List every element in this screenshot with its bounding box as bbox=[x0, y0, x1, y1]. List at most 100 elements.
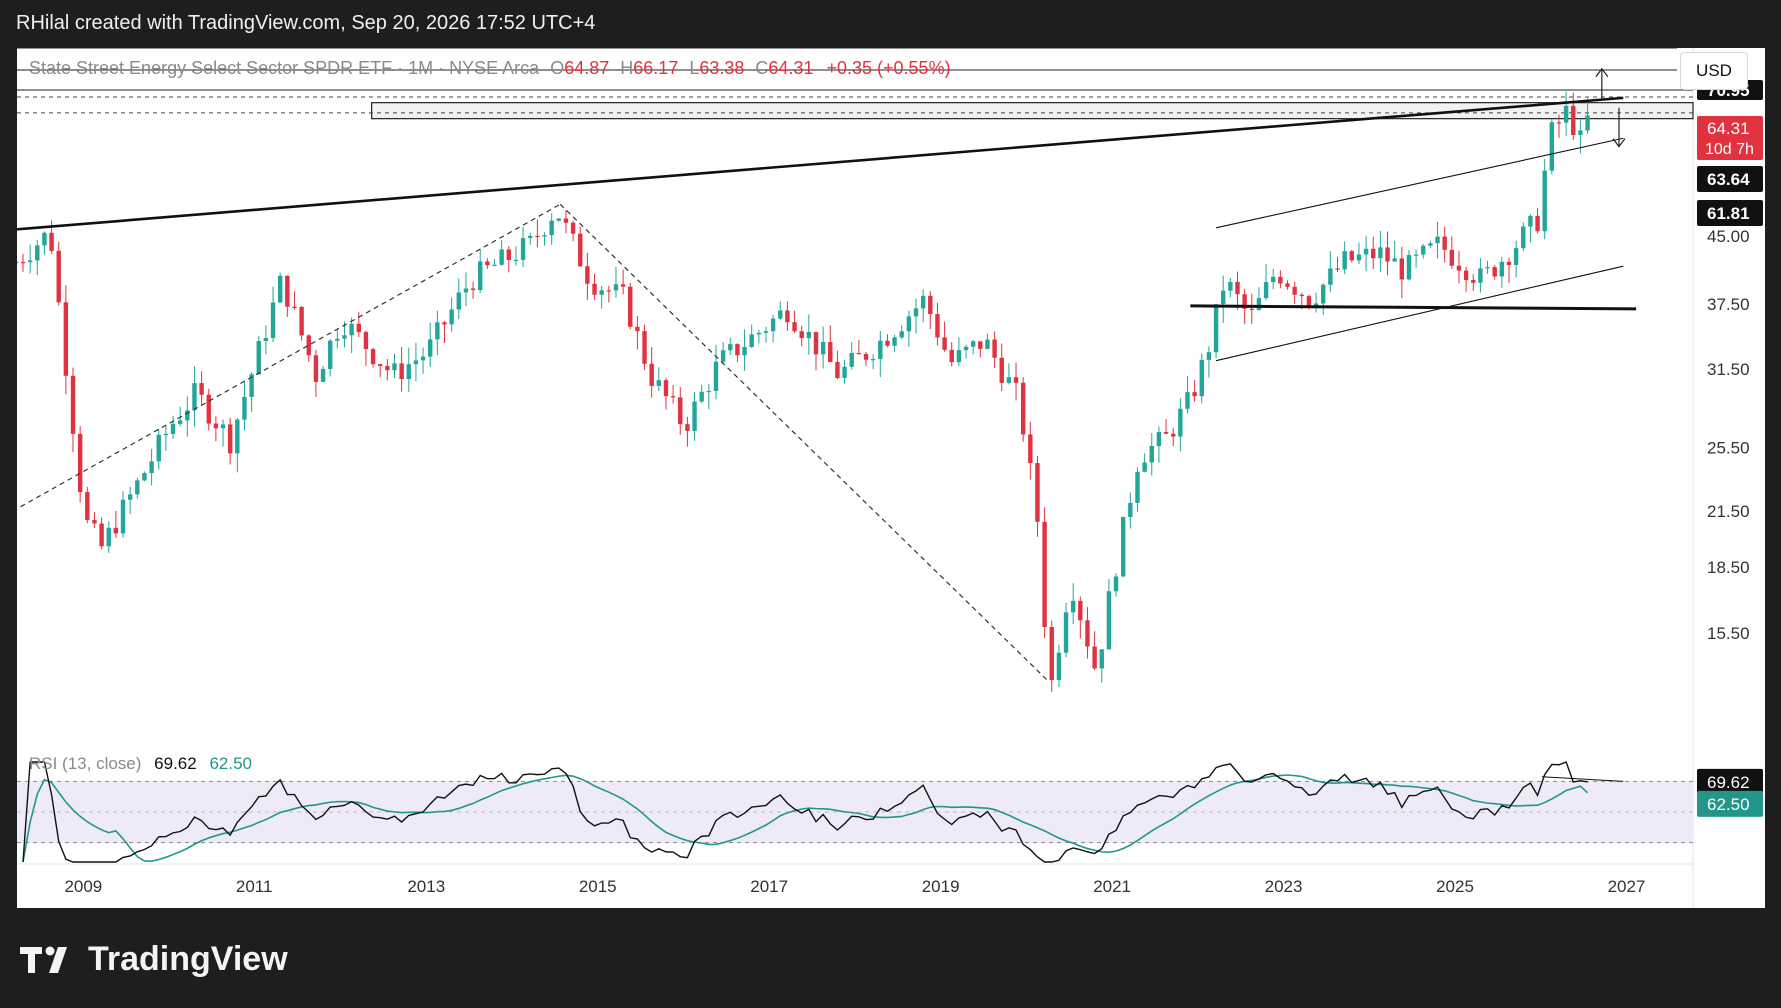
candle-body bbox=[77, 433, 83, 493]
candle-body bbox=[1228, 281, 1233, 291]
candle-body bbox=[385, 366, 390, 371]
candle-body bbox=[1106, 591, 1112, 650]
candle-body bbox=[1385, 247, 1390, 262]
candle-body bbox=[1478, 268, 1483, 283]
candle-body bbox=[899, 331, 904, 338]
rsi-value: 69.62 bbox=[154, 754, 197, 773]
candle-body bbox=[378, 364, 383, 367]
candle-body bbox=[1113, 576, 1119, 592]
candle-body bbox=[1278, 276, 1283, 284]
rsi-ma-badge-label: 62.50 bbox=[1707, 795, 1750, 814]
candle-body bbox=[1042, 521, 1047, 627]
candle-body bbox=[428, 339, 433, 357]
candle-body bbox=[70, 375, 76, 434]
candle-body bbox=[420, 356, 426, 361]
candle-body bbox=[970, 341, 976, 347]
candle-body bbox=[35, 245, 40, 261]
candle-body bbox=[135, 480, 140, 495]
low-label: L bbox=[689, 58, 700, 78]
candle-body bbox=[1221, 290, 1226, 305]
currency-button[interactable]: USD bbox=[1680, 52, 1748, 90]
candle-body bbox=[542, 235, 547, 237]
y-tick-label: 37.50 bbox=[1707, 295, 1750, 314]
candle-body bbox=[313, 355, 319, 382]
candle-body bbox=[1249, 308, 1254, 310]
candle-body bbox=[1356, 254, 1362, 261]
candle-body bbox=[820, 341, 826, 355]
falling-dashed-line bbox=[559, 203, 1050, 683]
candle-body bbox=[606, 290, 612, 292]
price-chart[interactable]: 45.0037.5031.5025.5021.5018.5015.5070.95… bbox=[17, 48, 1765, 908]
low-value: 63.38 bbox=[699, 58, 745, 78]
candle-body bbox=[1099, 649, 1104, 669]
channel-upper-line bbox=[1215, 137, 1624, 229]
candle-body bbox=[999, 357, 1004, 383]
candle-body bbox=[1342, 251, 1347, 270]
y-tick-label: 25.50 bbox=[1707, 439, 1750, 458]
candle-body bbox=[856, 352, 862, 355]
candle-body bbox=[1556, 122, 1562, 124]
candle-body bbox=[213, 423, 219, 429]
candle-body bbox=[620, 284, 626, 287]
channel-lower-line bbox=[1215, 265, 1624, 362]
candle-body bbox=[699, 391, 704, 402]
candle-body bbox=[1271, 276, 1276, 283]
candle-body bbox=[770, 318, 776, 332]
candle-body bbox=[20, 261, 26, 264]
candle-body bbox=[1371, 248, 1376, 259]
candle-body bbox=[149, 461, 154, 474]
candle-body bbox=[649, 363, 654, 386]
candle-body bbox=[335, 338, 340, 341]
candle-body bbox=[277, 275, 283, 303]
close-label: C bbox=[755, 58, 769, 78]
candle-body bbox=[706, 390, 712, 393]
footer-brand: TradingView bbox=[88, 940, 288, 978]
price-label-63-64: 63.64 bbox=[1707, 170, 1750, 189]
y-tick-label: 45.00 bbox=[1707, 227, 1750, 246]
candle-body bbox=[192, 383, 197, 411]
candle-body bbox=[956, 350, 962, 363]
candle-body bbox=[1449, 249, 1455, 266]
candle-body bbox=[578, 233, 583, 267]
candle-body bbox=[585, 266, 590, 284]
candle-body bbox=[1149, 445, 1154, 463]
countdown-label: 10d 7h bbox=[1705, 141, 1754, 158]
y-tick-label: 15.50 bbox=[1707, 624, 1750, 643]
candle-body bbox=[499, 249, 504, 265]
candle-body bbox=[720, 350, 726, 362]
candle-body bbox=[535, 235, 540, 238]
candle-body bbox=[85, 492, 90, 521]
rising-dashed-line bbox=[17, 203, 561, 510]
candle-body bbox=[528, 235, 533, 239]
candle-body bbox=[1192, 392, 1197, 397]
candle-body bbox=[1035, 463, 1040, 522]
candle-body bbox=[435, 322, 440, 340]
candle-body bbox=[1428, 243, 1433, 246]
candle-body bbox=[42, 232, 47, 246]
candle-body bbox=[778, 310, 783, 319]
candle-body bbox=[263, 338, 269, 341]
candle-body bbox=[985, 339, 990, 349]
candle-body bbox=[1299, 294, 1304, 297]
candle-body bbox=[449, 309, 454, 325]
candle-body bbox=[1435, 236, 1440, 244]
candle-body bbox=[792, 322, 797, 332]
candle-body bbox=[1506, 261, 1512, 265]
candle-body bbox=[227, 424, 233, 454]
candle-body bbox=[1492, 267, 1497, 277]
x-tick-label: 2021 bbox=[1093, 877, 1131, 896]
candle-body bbox=[206, 394, 211, 424]
candle-body bbox=[992, 339, 997, 358]
candle-body bbox=[170, 423, 176, 434]
candle-body bbox=[1206, 352, 1212, 360]
rsi-legend: RSI (13, close) 69.62 62.50 bbox=[29, 754, 252, 774]
candle-body bbox=[1135, 471, 1140, 503]
candle-body bbox=[806, 331, 812, 339]
chart-panel[interactable]: 45.00 37.50 31.50 25.50 21.50 18.50 15.50 70.95… bbox=[17, 48, 1765, 908]
candle-body bbox=[142, 473, 147, 481]
candle-body bbox=[406, 364, 411, 380]
symbol-legend: State Street Energy Select Sector SPDR E… bbox=[29, 58, 951, 79]
candle-body bbox=[1028, 434, 1033, 464]
candle-body bbox=[735, 344, 740, 356]
x-tick-label: 2011 bbox=[236, 877, 273, 896]
